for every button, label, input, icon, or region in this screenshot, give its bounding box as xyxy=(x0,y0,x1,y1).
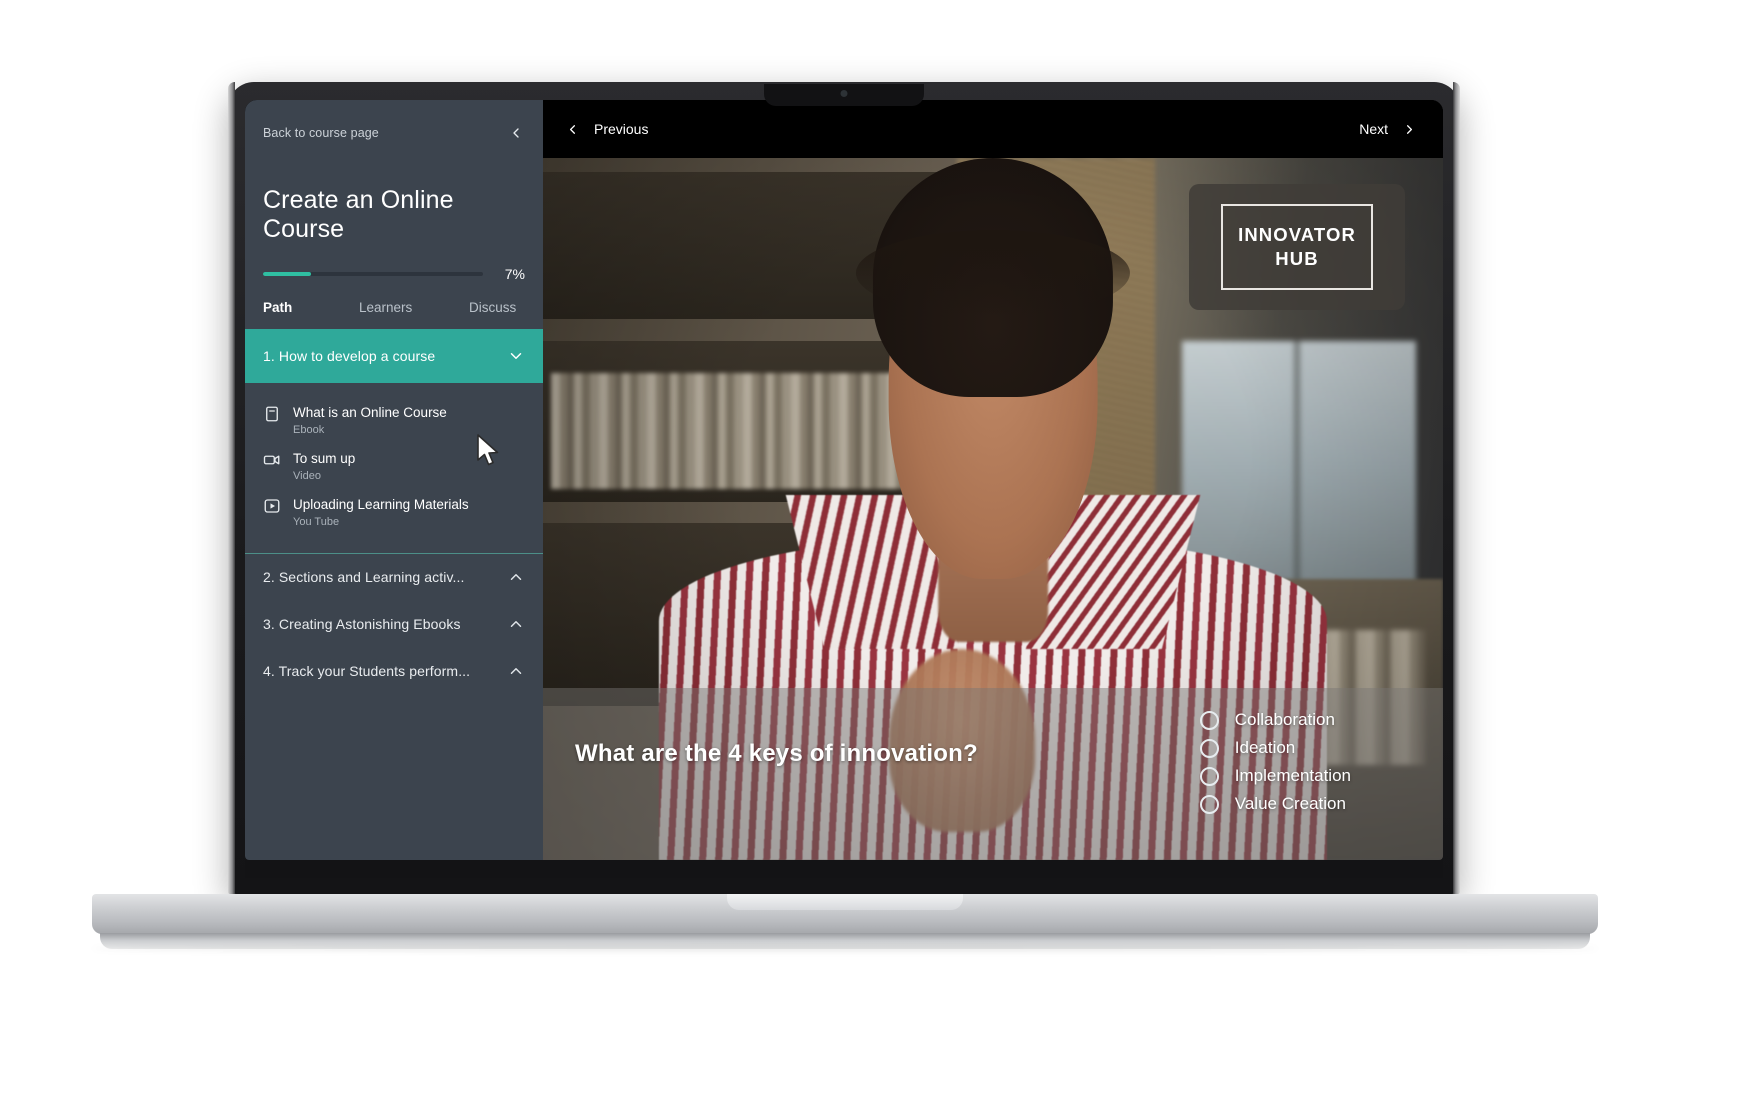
lesson-item[interactable]: What is an Online Course Ebook xyxy=(245,397,543,443)
chevron-right-icon xyxy=(1407,124,1412,134)
lesson-type: Ebook xyxy=(293,423,325,436)
sidebar-header: Back to course page xyxy=(245,100,543,140)
book-icon xyxy=(263,405,281,423)
progress-track xyxy=(263,271,483,276)
key-item: Ideation xyxy=(1199,738,1351,758)
base-top xyxy=(92,894,1598,934)
innovator-hub-logo: INNOVATOR HUB xyxy=(1189,184,1405,310)
chevron-up-icon xyxy=(507,662,525,680)
section-item-2[interactable]: 2. Sections and Learning activ... xyxy=(245,554,543,601)
lesson-type: You Tube xyxy=(293,515,340,528)
key-item: Value Creation xyxy=(1199,794,1351,814)
back-to-course-page-link[interactable]: Back to course page xyxy=(263,126,525,140)
lesson-title: What is an Online Course xyxy=(293,404,447,420)
key-item: Collaboration xyxy=(1199,710,1351,730)
overlay-question: What are the 4 keys of innovation? xyxy=(575,740,978,767)
section-2-label: 2. Sections and Learning activ... xyxy=(263,569,465,585)
section-item-1[interactable]: 1. How to develop a course xyxy=(245,328,543,383)
play-square-icon xyxy=(263,497,281,515)
base-notch xyxy=(727,894,963,910)
screen-bottom-bezel xyxy=(245,860,1443,878)
section-list: 1. How to develop a course What is an On… xyxy=(245,328,543,861)
chevron-down-icon xyxy=(507,347,525,365)
key-label: Collaboration xyxy=(1234,710,1335,729)
tab-path[interactable]: Path xyxy=(263,300,359,329)
circle-outline-icon xyxy=(1199,738,1219,758)
laptop-device: Back to course page Create an Online Cou… xyxy=(228,82,1460,894)
circle-outline-icon xyxy=(1199,794,1219,814)
video-player[interactable]: INNOVATOR HUB What are the 4 keys of inn… xyxy=(543,158,1443,860)
lesson-navigation-bar: Previous Next xyxy=(543,100,1443,158)
video-pane: Previous Next INNOVATOR HUB What are the… xyxy=(543,100,1443,860)
section-item-3[interactable]: 3. Creating Astonishing Ebooks xyxy=(245,601,543,648)
key-label: Value Creation xyxy=(1234,794,1346,813)
lesson-item[interactable]: Uploading Learning Materials You Tube xyxy=(245,489,543,535)
page-title: Create an Online Course xyxy=(263,186,454,243)
chevron-left-icon xyxy=(570,124,575,134)
lower-third-overlay: What are the 4 keys of innovation? Colla… xyxy=(543,688,1443,860)
chevron-left-icon xyxy=(513,128,519,138)
lesson-title: To sum up xyxy=(293,450,356,466)
section-item-4[interactable]: 4. Track your Students perform... xyxy=(245,648,543,695)
key-item: Implementation xyxy=(1199,766,1351,786)
course-sidebar: Back to course page Create an Online Cou… xyxy=(245,100,543,860)
course-progress: 7% xyxy=(245,266,543,282)
laptop-screen: Back to course page Create an Online Cou… xyxy=(245,100,1443,860)
circle-outline-icon xyxy=(1199,710,1219,730)
previous-button[interactable]: Previous xyxy=(565,121,648,137)
base-foot-shadow xyxy=(92,946,1598,951)
webcam-icon xyxy=(840,90,848,97)
laptop-base xyxy=(92,894,1598,951)
previous-label: Previous xyxy=(594,121,649,137)
progress-fill xyxy=(263,271,312,276)
logo-line-1: INNOVATOR xyxy=(1238,224,1356,245)
section-3-label: 3. Creating Astonishing Ebooks xyxy=(263,616,461,632)
innovation-keys-list: Collaboration Ideation Implementation Va… xyxy=(1199,710,1351,814)
lesson-item[interactable]: To sum up Video xyxy=(245,443,543,489)
lesson-group-section-1: What is an Online Course Ebook To sum up… xyxy=(245,383,543,554)
logo-line-2: HUB xyxy=(1275,248,1319,269)
video-camera-icon xyxy=(263,451,281,469)
sidebar-tabs: Path Learners Discuss xyxy=(245,300,543,329)
section-1-label: 1. How to develop a course xyxy=(263,347,436,364)
circle-outline-icon xyxy=(1199,766,1219,786)
screenshot-stage: Back to course page Create an Online Cou… xyxy=(0,0,1748,1118)
key-label: Implementation xyxy=(1234,766,1351,785)
next-label: Next xyxy=(1359,121,1388,137)
lid-edge-left xyxy=(228,82,235,894)
tab-discuss[interactable]: Discuss xyxy=(469,300,516,329)
key-label: Ideation xyxy=(1234,738,1296,757)
lesson-type: Video xyxy=(293,469,321,482)
progress-percent-label: 7% xyxy=(504,265,525,282)
lesson-title: Uploading Learning Materials xyxy=(293,496,469,512)
logo-frame: INNOVATOR HUB xyxy=(1221,204,1373,290)
tab-learners[interactable]: Learners xyxy=(359,300,469,329)
chevron-up-icon xyxy=(507,568,525,586)
chevron-up-icon xyxy=(507,615,525,633)
sidebar-collapse-button[interactable] xyxy=(505,122,527,144)
lid-edge-right xyxy=(1453,82,1460,894)
section-4-label: 4. Track your Students perform... xyxy=(263,663,471,679)
course-app: Back to course page Create an Online Cou… xyxy=(245,100,1443,860)
next-button[interactable]: Next xyxy=(1359,121,1417,137)
